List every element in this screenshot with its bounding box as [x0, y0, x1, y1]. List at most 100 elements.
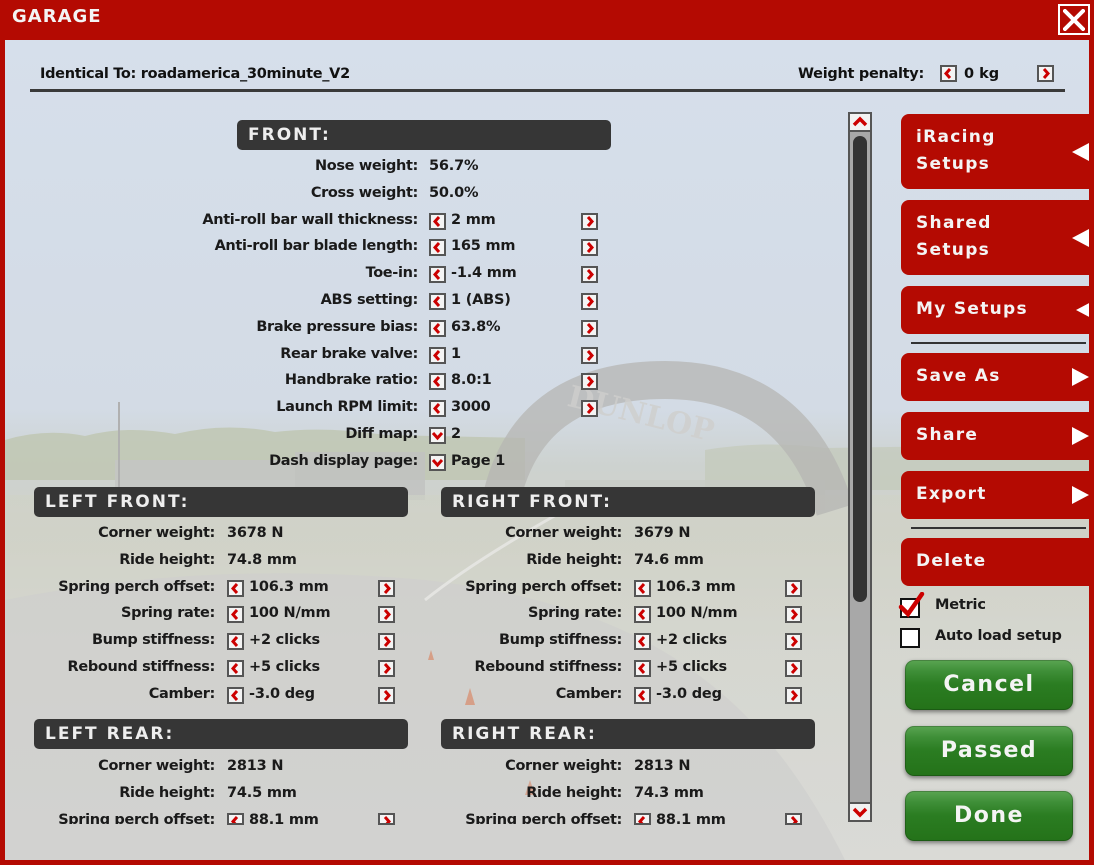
weight-penalty-label: Weight penalty: [798, 66, 924, 82]
menu-label: Shared [916, 213, 992, 233]
decrease-button[interactable] [429, 266, 446, 283]
done-button[interactable]: Done [905, 791, 1073, 841]
decrease-button[interactable] [429, 400, 446, 417]
triangle-right-icon [1072, 368, 1089, 386]
decrease-button[interactable] [429, 373, 446, 390]
setup-row-value: 63.8% [451, 319, 501, 335]
setup-row: ABS setting: [5, 292, 419, 314]
increase-button[interactable] [785, 813, 802, 825]
cancel-button[interactable]: Cancel [905, 660, 1073, 710]
setup-row-value: 8.0:1 [451, 372, 492, 388]
increase-button[interactable] [581, 239, 598, 256]
share-button[interactable]: Share [901, 412, 1089, 460]
setup-row-label: Spring perch offset: [465, 812, 622, 824]
scroll-up-button[interactable] [848, 112, 872, 132]
triangle-left-icon [1072, 143, 1089, 161]
setup-row-value: 1 (ABS) [451, 292, 511, 308]
shared-setups-button[interactable]: Shared Setups [901, 200, 1089, 275]
setup-row: Bump stiffness: [5, 632, 622, 654]
section-title: RIGHT FRONT: [441, 487, 815, 517]
chevron-down-icon [432, 431, 443, 441]
increase-button[interactable] [581, 320, 598, 337]
save-as-button[interactable]: Save As [901, 353, 1089, 401]
increase-button[interactable] [581, 266, 598, 283]
export-button[interactable]: Export [901, 471, 1089, 519]
decrease-button[interactable] [634, 813, 651, 825]
setup-header: Identical To: roadamerica_30minute_V2 We… [30, 60, 1065, 92]
setup-scrollbar[interactable] [848, 112, 872, 822]
decrease-button[interactable] [634, 660, 651, 677]
dropdown-button[interactable] [429, 454, 446, 471]
chevron-right-icon [790, 583, 799, 594]
setup-row: Handbrake ratio: [5, 372, 418, 394]
setup-row: Brake pressure bias: [5, 319, 418, 341]
auto-load-setup-checkbox[interactable] [900, 628, 920, 648]
menu-divider [911, 342, 1086, 344]
setup-row-label: Handbrake ratio: [284, 372, 418, 388]
increase-button[interactable] [785, 606, 802, 623]
scroll-thumb[interactable] [853, 136, 867, 602]
setup-row-value: 3679 N [634, 525, 691, 541]
increase-button[interactable] [581, 293, 598, 310]
increase-button[interactable] [785, 687, 802, 704]
setup-row: Diff map: [5, 426, 418, 448]
decrease-button[interactable] [429, 320, 446, 337]
iracing-setups-button[interactable]: iRacing Setups [901, 114, 1089, 189]
scroll-down-button[interactable] [848, 802, 872, 822]
setup-row-value: -1.4 mm [451, 265, 517, 281]
weight-penalty-increase-button[interactable] [1037, 65, 1054, 82]
menu-label: Export [916, 484, 987, 504]
metric-label: Metric [935, 597, 986, 613]
garage-window: GARAGE DUNLOP Identical To: roadamerica_… [0, 0, 1094, 865]
decrease-button[interactable] [429, 239, 446, 256]
decrease-button[interactable] [429, 293, 446, 310]
setup-row: Launch RPM limit: [5, 399, 418, 421]
chevron-up-icon [852, 116, 868, 127]
chevron-right-icon [790, 816, 799, 823]
chevron-left-icon [432, 269, 441, 280]
increase-button[interactable] [581, 347, 598, 364]
chevron-right-icon [586, 242, 595, 253]
setup-row-value: 88.1 mm [656, 812, 726, 824]
decrease-button[interactable] [634, 580, 651, 597]
setup-row-label: Rear brake valve: [280, 346, 418, 362]
setup-row-label: ABS setting: [320, 292, 419, 308]
setup-row-label: Anti-roll bar blade length: [214, 238, 419, 254]
increase-button[interactable] [581, 213, 598, 230]
increase-button[interactable] [581, 373, 598, 390]
my-setups-button[interactable]: My Setups [901, 286, 1089, 334]
increase-button[interactable] [785, 633, 802, 650]
decrease-button[interactable] [634, 687, 651, 704]
weight-penalty-decrease-button[interactable] [940, 65, 957, 82]
increase-button[interactable] [785, 580, 802, 597]
chevron-right-icon [586, 269, 595, 280]
chevron-right-icon [790, 636, 799, 647]
metric-checkbox[interactable] [898, 592, 925, 618]
chevron-left-icon [432, 376, 441, 387]
setup-row-label: Camber: [555, 686, 623, 702]
increase-button[interactable] [581, 400, 598, 417]
menu-label: Setups [916, 154, 991, 174]
setup-row: Camber: [5, 686, 623, 708]
decrease-button[interactable] [429, 213, 446, 230]
chevron-right-icon [1042, 68, 1051, 79]
setup-row-value: 50.0% [429, 185, 479, 201]
decrease-button[interactable] [634, 606, 651, 623]
chevron-right-icon [586, 216, 595, 227]
close-button[interactable] [1058, 4, 1090, 35]
setup-row: Ride height: [5, 785, 622, 807]
increase-button[interactable] [785, 660, 802, 677]
decrease-button[interactable] [634, 633, 651, 650]
setup-row: Nose weight: [5, 158, 418, 180]
decrease-button[interactable] [429, 347, 446, 364]
close-x-icon [1063, 9, 1085, 31]
menu-label: Save As [916, 366, 1001, 386]
chevron-right-icon [790, 609, 799, 620]
setup-row: Toe-in: [5, 265, 419, 287]
chevron-left-icon [432, 242, 441, 253]
section-title: RIGHT REAR: [441, 719, 815, 749]
passed-button[interactable]: Passed [905, 726, 1073, 776]
delete-button[interactable]: Delete [901, 538, 1089, 586]
dropdown-button[interactable] [429, 427, 446, 444]
setup-row: Anti-roll bar blade length: [5, 238, 419, 260]
